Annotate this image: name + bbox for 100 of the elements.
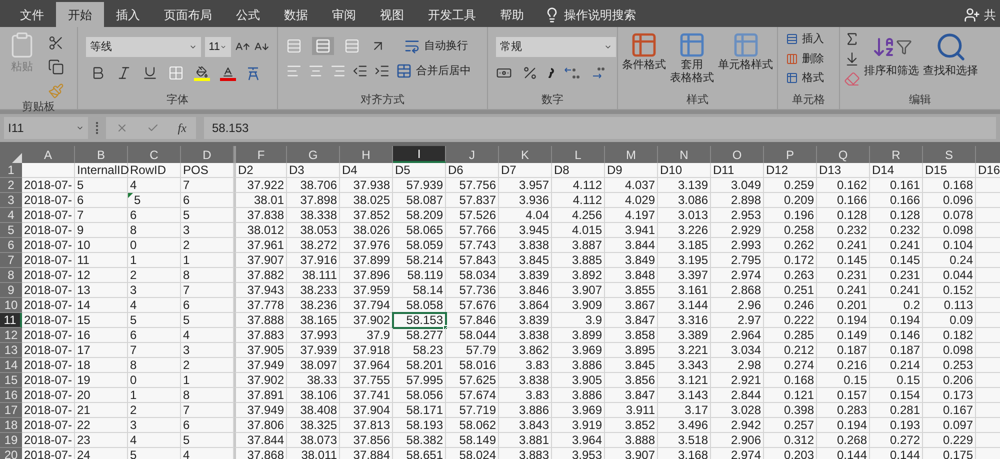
table-cell: D15 xyxy=(925,163,948,177)
row-header[interactable]: 13 xyxy=(0,343,22,358)
comma-style-icon[interactable] xyxy=(548,68,554,78)
search-icon xyxy=(934,31,966,63)
table-cell: 0.166 xyxy=(836,193,867,207)
decrease-decimal-icon[interactable] xyxy=(590,66,606,80)
group-label: 对齐方式 xyxy=(360,92,404,108)
ribbon-tab[interactable]: 文件 xyxy=(8,2,56,27)
column-header[interactable]: N xyxy=(658,146,711,163)
merge-center-button[interactable]: 合并后居中 xyxy=(396,63,471,80)
style-button[interactable]: 单元格样式 xyxy=(718,31,773,91)
column-header[interactable]: D xyxy=(181,146,234,163)
font-name-field[interactable]: 等线 xyxy=(86,37,201,57)
row-header[interactable]: 3 xyxy=(0,193,22,208)
cell-action-button[interactable]: 删除 xyxy=(786,50,831,67)
table-cell: 38.706 xyxy=(300,178,337,192)
formula-input[interactable]: 58.153 xyxy=(204,117,996,139)
ribbon-tab[interactable]: 插入 xyxy=(104,2,152,27)
style-button[interactable]: 套用 表格格式 xyxy=(670,31,714,91)
row-header[interactable]: 4 xyxy=(0,208,22,223)
row-header[interactable]: 17 xyxy=(0,403,22,418)
row-header[interactable]: 8 xyxy=(0,268,22,283)
ribbon-tab[interactable]: 公式 xyxy=(224,2,272,27)
fill-color-icon[interactable] xyxy=(194,66,210,80)
tell-me-search[interactable]: 操作说明搜索 xyxy=(564,6,636,24)
editing-button[interactable]: 排序和筛选 xyxy=(864,31,919,91)
number-format-field[interactable]: 常规 xyxy=(496,37,616,57)
table-cell: 58.059 xyxy=(406,238,443,252)
column-header[interactable]: M xyxy=(605,146,658,163)
row-header[interactable]: 12 xyxy=(0,328,22,343)
column-header[interactable]: J xyxy=(446,146,499,163)
table-cell: 3.144 xyxy=(678,298,708,312)
style-button[interactable]: 条件格式 xyxy=(622,31,666,91)
column-header[interactable]: F xyxy=(234,146,287,163)
column-header[interactable]: Q xyxy=(817,146,870,163)
table-cell: 2.96 xyxy=(738,298,761,312)
share-button[interactable]: 共 xyxy=(984,6,996,24)
row-header[interactable]: 10 xyxy=(0,298,22,313)
table-cell: 2 xyxy=(183,358,190,372)
fill-icon[interactable] xyxy=(844,51,860,67)
table-cell: 4.015 xyxy=(572,223,602,237)
editing-button[interactable]: 查找和选择 xyxy=(923,31,978,91)
font-size-field[interactable]: 11 xyxy=(204,37,231,57)
column-header[interactable]: A xyxy=(22,146,75,163)
underline-icon[interactable] xyxy=(142,65,158,81)
wrap-text-button[interactable]: 自动换行 xyxy=(404,38,468,54)
column-header[interactable]: O xyxy=(711,146,764,163)
table-cell: 0.231 xyxy=(890,268,920,282)
row-header[interactable]: 18 xyxy=(0,418,22,433)
column-header[interactable]: B xyxy=(75,146,128,163)
column-header[interactable]: I xyxy=(393,146,446,163)
column-header[interactable]: R xyxy=(870,146,923,163)
ribbon-tab[interactable]: 开发工具 xyxy=(416,2,488,27)
row-header[interactable]: 7 xyxy=(0,253,22,268)
row-header[interactable]: 2 xyxy=(0,178,22,193)
table-cell: 3.907 xyxy=(572,283,602,297)
table-cell: 3.895 xyxy=(624,343,655,357)
font-color-icon[interactable] xyxy=(220,66,236,80)
cell-action-button[interactable]: 格式 xyxy=(786,70,831,86)
column-header[interactable]: G xyxy=(287,146,340,163)
table-cell: 3.9 xyxy=(585,313,602,327)
column-header[interactable]: C xyxy=(128,146,181,163)
ribbon-tab[interactable]: 页面布局 xyxy=(152,2,224,27)
row-header[interactable]: 20 xyxy=(0,448,22,459)
phonetic-icon[interactable] xyxy=(246,65,260,81)
format-table-icon xyxy=(786,72,798,84)
table-cell: 0.203 xyxy=(784,448,814,459)
italic-icon[interactable] xyxy=(116,65,132,81)
ribbon-tab[interactable]: 视图 xyxy=(368,2,416,27)
table-cell: 2018-07- xyxy=(24,418,72,432)
percent-icon[interactable] xyxy=(522,65,538,81)
table-cell: 57.846 xyxy=(459,313,496,327)
column-header[interactable]: K xyxy=(499,146,552,163)
table-cell: 3.881 xyxy=(518,433,549,447)
row-header[interactable]: 1 xyxy=(0,163,22,178)
row-header[interactable]: 9 xyxy=(0,283,22,298)
row-header[interactable]: 15 xyxy=(0,373,22,388)
cut-icon[interactable] xyxy=(48,35,64,51)
column-header[interactable]: L xyxy=(552,146,605,163)
table-cell: 37.852 xyxy=(353,208,390,222)
row-header[interactable]: 6 xyxy=(0,238,22,253)
row-header[interactable]: 16 xyxy=(0,388,22,403)
ribbon-tab[interactable]: 审阅 xyxy=(320,2,368,27)
table-cell: 0.152 xyxy=(942,283,973,297)
row-header[interactable]: 14 xyxy=(0,358,22,373)
increase-decimal-icon[interactable] xyxy=(564,66,580,80)
ribbon-tab[interactable]: 帮助 xyxy=(488,2,536,27)
column-header[interactable]: S xyxy=(923,146,976,163)
cell-action-button[interactable]: 插入 xyxy=(786,31,831,48)
table-cell: 2018-07- xyxy=(24,253,72,267)
row-header[interactable]: 19 xyxy=(0,433,22,448)
ribbon-tab[interactable]: 开始 xyxy=(56,2,104,27)
copy-icon[interactable] xyxy=(48,59,64,75)
row-header[interactable]: 5 xyxy=(0,223,22,238)
ribbon-tab[interactable]: 数据 xyxy=(272,2,320,27)
fill-handle[interactable] xyxy=(443,325,448,330)
name-box[interactable]: I11 xyxy=(4,117,88,139)
row-header[interactable]: 11 xyxy=(0,313,22,328)
insert-function-button[interactable]: fx xyxy=(178,119,186,137)
column-header[interactable]: P xyxy=(764,146,817,163)
